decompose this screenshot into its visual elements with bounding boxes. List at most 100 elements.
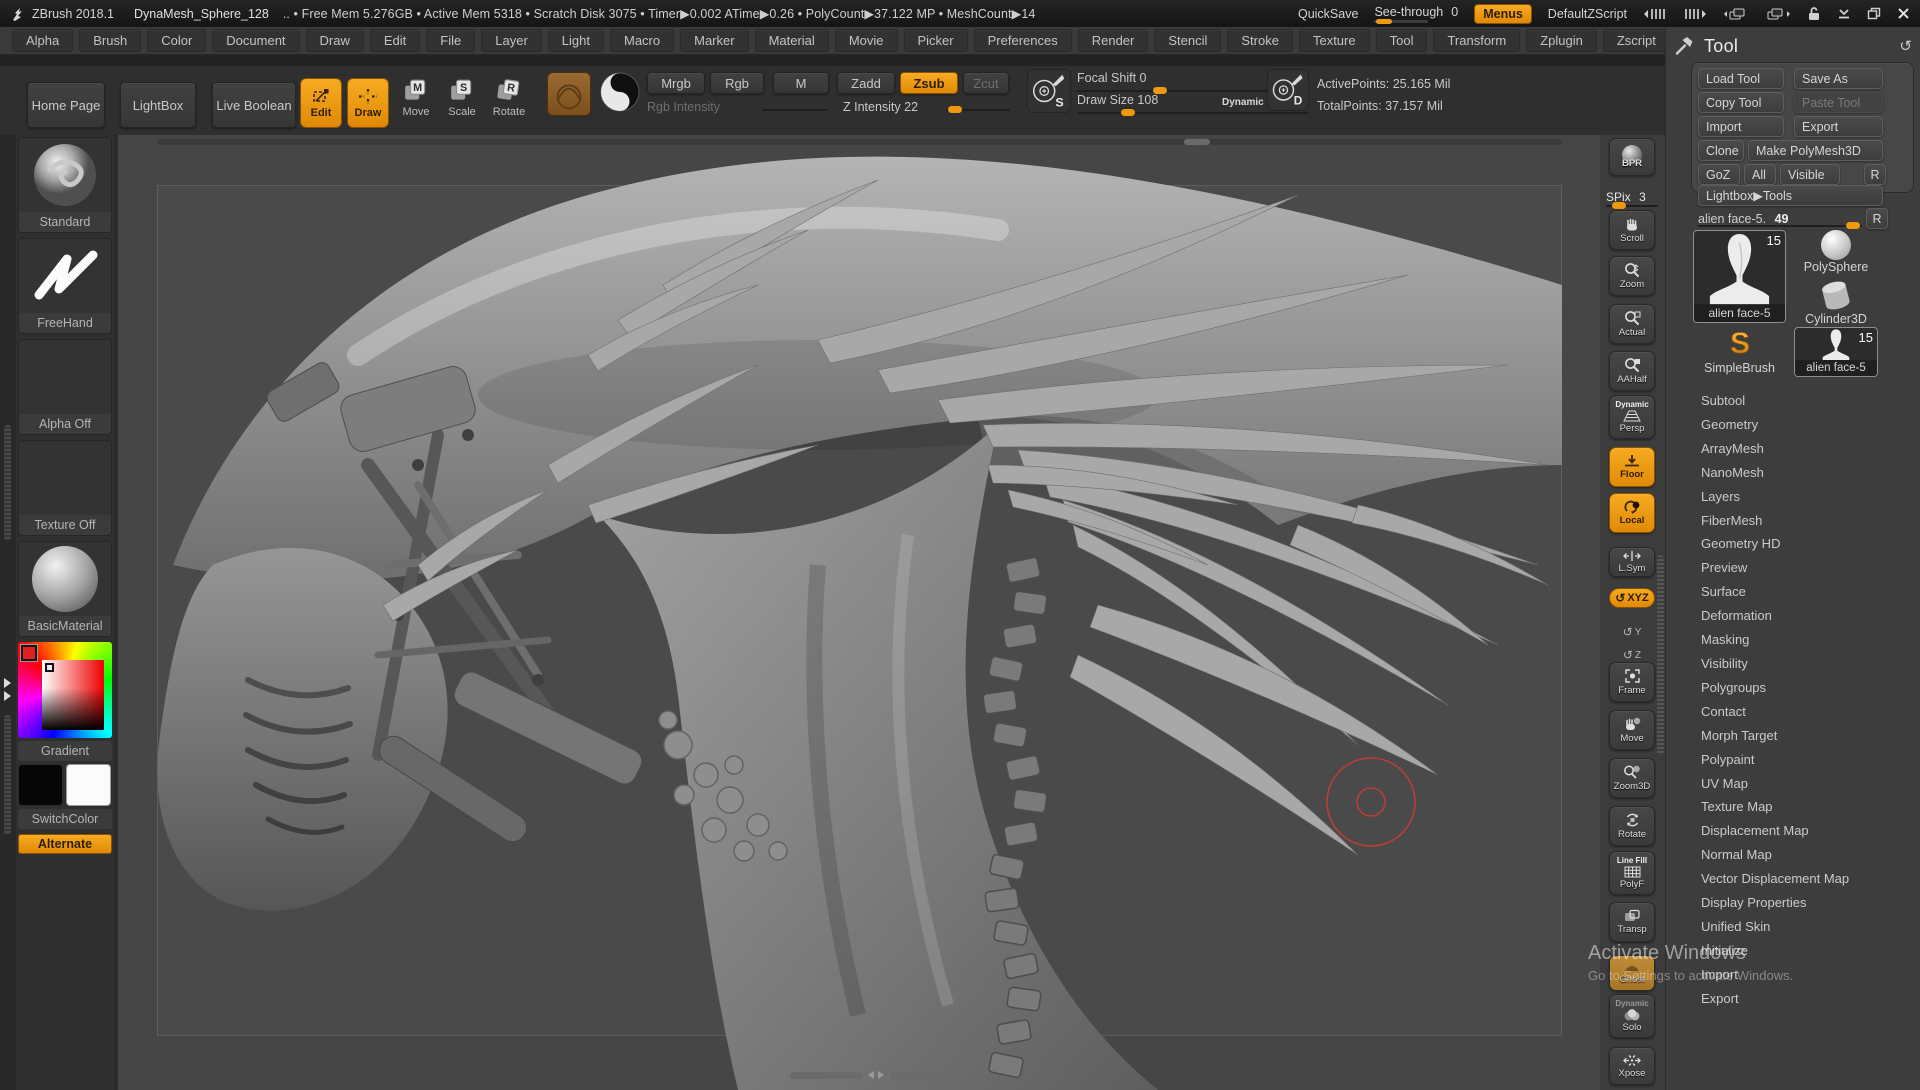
stroke-s-button[interactable]: S bbox=[1027, 69, 1071, 113]
goz-visible-button[interactable]: Visible bbox=[1780, 164, 1840, 185]
z-intensity-track[interactable] bbox=[946, 109, 1010, 111]
section-initialize[interactable]: Initialize bbox=[1701, 939, 1849, 963]
section-visibility[interactable]: Visibility bbox=[1701, 652, 1849, 676]
spix-track[interactable] bbox=[1606, 205, 1658, 207]
viewport-canvas[interactable] bbox=[118, 135, 1600, 1090]
see-through-track[interactable] bbox=[1374, 20, 1428, 23]
move-mode-button[interactable]: M Move bbox=[396, 78, 436, 118]
menu-draw[interactable]: Draw bbox=[306, 29, 364, 52]
dynamic-label[interactable]: Dynamic bbox=[1222, 97, 1264, 108]
section-normal-map[interactable]: Normal Map bbox=[1701, 843, 1849, 867]
frame-button[interactable]: Frame bbox=[1609, 662, 1655, 702]
quicksave-button[interactable]: QuickSave bbox=[1298, 7, 1358, 21]
left-scrollbar-lower[interactable] bbox=[4, 715, 11, 835]
left-scrollbar-upper[interactable] bbox=[4, 425, 11, 540]
restore-icon[interactable] bbox=[1867, 7, 1881, 20]
tool-slider-r-button[interactable]: R bbox=[1866, 208, 1888, 229]
zadd-button[interactable]: Zadd bbox=[837, 72, 895, 94]
goz-all-button[interactable]: All bbox=[1744, 164, 1776, 185]
menu-macro[interactable]: Macro bbox=[610, 29, 674, 52]
xpose-button[interactable]: Xpose bbox=[1609, 1047, 1655, 1085]
actual-size-button[interactable]: Actual bbox=[1609, 304, 1655, 344]
menu-color[interactable]: Color bbox=[147, 29, 206, 52]
current-brush-thumb[interactable] bbox=[547, 72, 591, 116]
current-material-slot[interactable]: BasicMaterial bbox=[18, 541, 112, 637]
section-morph-target[interactable]: Morph Target bbox=[1701, 724, 1849, 748]
current-color-swatch[interactable] bbox=[21, 645, 37, 661]
edit-mode-button[interactable]: Edit bbox=[300, 78, 342, 128]
section-geometry[interactable]: Geometry bbox=[1701, 413, 1849, 437]
window-cycle-back-icon[interactable] bbox=[1723, 7, 1749, 21]
clone-button[interactable]: Clone bbox=[1698, 140, 1744, 161]
live-boolean-button[interactable]: Live Boolean bbox=[212, 82, 296, 128]
spix-slider[interactable]: SPix 3 bbox=[1606, 188, 1658, 206]
section-texture-map[interactable]: Texture Map bbox=[1701, 795, 1849, 819]
z-intensity-slider[interactable]: Z Intensity 22 bbox=[843, 100, 918, 114]
import-button[interactable]: Import bbox=[1698, 116, 1784, 137]
active-tool-thumb[interactable]: 15 alien face-5 bbox=[1693, 230, 1786, 323]
section-preview[interactable]: Preview bbox=[1701, 556, 1849, 580]
lightbox-button[interactable]: LightBox bbox=[120, 82, 196, 128]
section-surface[interactable]: Surface bbox=[1701, 580, 1849, 604]
perspective-button[interactable]: Dynamic Persp bbox=[1609, 395, 1655, 439]
move-3d-button[interactable]: Move bbox=[1609, 710, 1655, 750]
panel-reset-icon[interactable]: ↺ bbox=[1899, 37, 1912, 55]
polysphere-tool-thumb[interactable]: PolySphere bbox=[1794, 230, 1878, 274]
alternate-button[interactable]: Alternate bbox=[18, 834, 112, 854]
section-arraymesh[interactable]: ArrayMesh bbox=[1701, 437, 1849, 461]
tray-expand-arrow-1[interactable] bbox=[4, 678, 11, 688]
solo-button[interactable]: Dynamic Solo bbox=[1609, 994, 1655, 1038]
gradient-label[interactable]: Gradient bbox=[18, 741, 112, 761]
tool-item-slider[interactable]: alien face-5. 49 bbox=[1698, 210, 1862, 227]
section-uv-map[interactable]: UV Map bbox=[1701, 772, 1849, 796]
canvas-bottom-scroll-handle-2[interactable] bbox=[890, 1072, 938, 1079]
menu-stroke[interactable]: Stroke bbox=[1227, 29, 1293, 52]
section-masking[interactable]: Masking bbox=[1701, 628, 1849, 652]
cylinder3d-tool-thumb[interactable]: Cylinder3D bbox=[1794, 280, 1878, 326]
section-nanomesh[interactable]: NanoMesh bbox=[1701, 461, 1849, 485]
sculpt-model[interactable] bbox=[118, 135, 1600, 1090]
scale-mode-button[interactable]: S Scale bbox=[442, 78, 482, 118]
section-polypaint[interactable]: Polypaint bbox=[1701, 748, 1849, 772]
color-picker-selector[interactable] bbox=[45, 663, 54, 672]
lightbox-tools-button[interactable]: Lightbox▶Tools bbox=[1698, 185, 1883, 206]
menu-texture[interactable]: Texture bbox=[1299, 29, 1370, 52]
canvas-scroll-right-arrow[interactable] bbox=[878, 1071, 884, 1079]
menu-layer[interactable]: Layer bbox=[481, 29, 542, 52]
copy-tool-button[interactable]: Copy Tool bbox=[1698, 92, 1784, 113]
draw-size-track[interactable] bbox=[1077, 112, 1309, 114]
menu-brush[interactable]: Brush bbox=[79, 29, 141, 52]
paste-tool-button[interactable]: Paste Tool bbox=[1794, 92, 1883, 113]
current-brush-slot[interactable]: Standard bbox=[18, 137, 112, 233]
section-fibermesh[interactable]: FiberMesh bbox=[1701, 509, 1849, 533]
menu-preferences[interactable]: Preferences bbox=[974, 29, 1072, 52]
rotate-3d-button[interactable]: Rotate bbox=[1609, 806, 1655, 846]
current-alpha-slot[interactable]: Alpha Off bbox=[18, 339, 112, 435]
floor-button[interactable]: Floor bbox=[1609, 447, 1655, 487]
draw-size-handle[interactable] bbox=[1121, 109, 1135, 116]
see-through-handle[interactable] bbox=[1376, 19, 1392, 24]
section-contact[interactable]: Contact bbox=[1701, 700, 1849, 724]
menu-marker[interactable]: Marker bbox=[680, 29, 748, 52]
mrgb-button[interactable]: Mrgb bbox=[647, 72, 705, 94]
rgb-intensity-slider[interactable]: Rgb Intensity bbox=[647, 100, 720, 114]
section-unified-skin[interactable]: Unified Skin bbox=[1701, 915, 1849, 939]
draw-mode-button[interactable]: Draw bbox=[347, 78, 389, 128]
default-zscript-button[interactable]: DefaultZScript bbox=[1548, 7, 1627, 21]
canvas-bottom-scroll-handle-1[interactable] bbox=[790, 1072, 862, 1079]
menu-file[interactable]: File bbox=[426, 29, 475, 52]
goz-button[interactable]: GoZ bbox=[1698, 164, 1740, 185]
recent-tool-thumb[interactable]: 15 alien face-5 bbox=[1794, 327, 1878, 377]
section-geometry-hd[interactable]: Geometry HD bbox=[1701, 532, 1849, 556]
secondary-color-swatch[interactable] bbox=[66, 764, 111, 806]
rgb-button[interactable]: Rgb bbox=[710, 72, 764, 94]
menu-alpha[interactable]: Alpha bbox=[12, 29, 73, 52]
tray-slide-right-icon[interactable] bbox=[1683, 7, 1707, 21]
section-export[interactable]: Export bbox=[1701, 987, 1849, 1011]
section-subtool[interactable]: Subtool bbox=[1701, 389, 1849, 413]
simplebrush-tool-thumb[interactable]: S SimpleBrush bbox=[1693, 327, 1786, 375]
menu-transform[interactable]: Transform bbox=[1433, 29, 1520, 52]
xyz-rotation-button[interactable]: ↺ XYZ bbox=[1609, 588, 1655, 608]
section-displacement-map[interactable]: Displacement Map bbox=[1701, 819, 1849, 843]
minimize-icon[interactable] bbox=[1837, 7, 1851, 20]
